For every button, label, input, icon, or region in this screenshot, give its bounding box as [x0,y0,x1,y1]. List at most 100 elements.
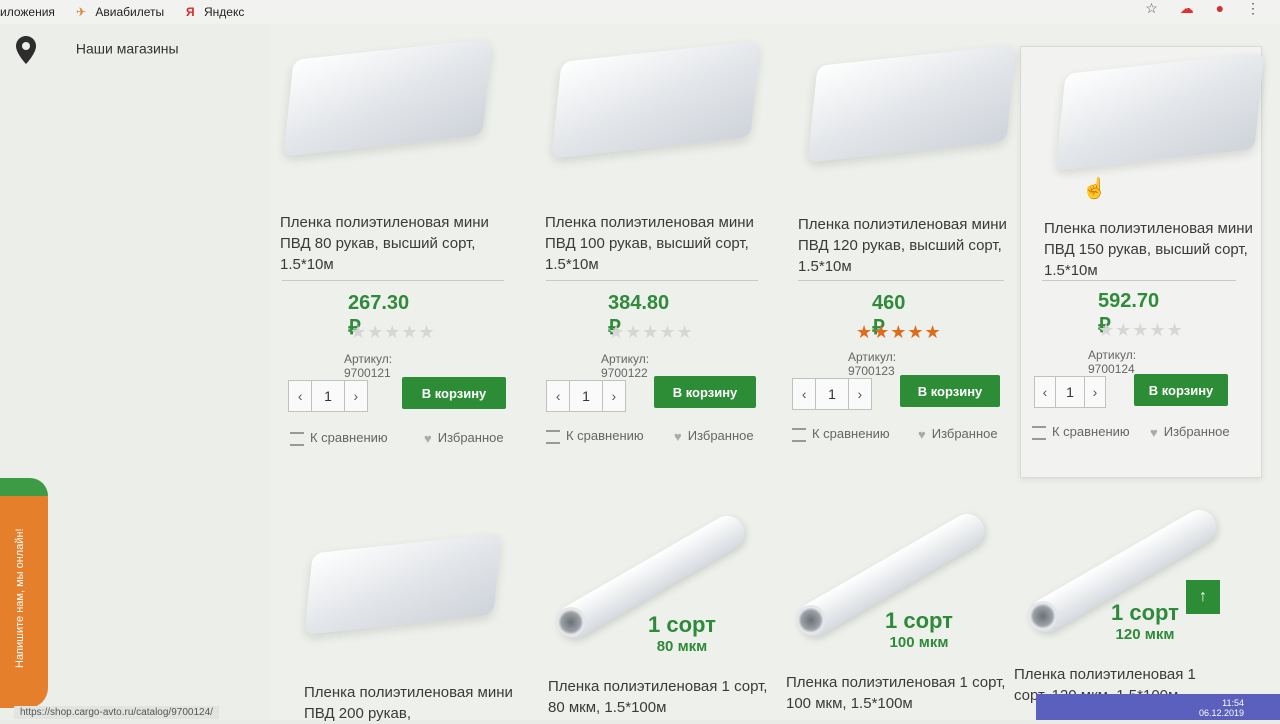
system-tray: 11:54 06.12.2019 [1199,698,1244,718]
quantity-input[interactable]: 1 [815,379,849,409]
rating-stars[interactable]: ★★★★★ [1098,320,1184,341]
menu-icon[interactable]: ⋮ [1246,0,1260,16]
compare-label: К сравнению [1052,424,1130,439]
increase-button[interactable]: › [1085,377,1105,407]
product-image[interactable] [283,38,493,157]
product-title[interactable]: Пленка полиэтиленовая 1 сорт, 80 мкм, 1.… [548,676,778,718]
divider [282,280,504,281]
increase-button[interactable]: › [603,381,625,411]
bookmark-label: Яндекс [203,5,245,19]
status-bar-url: https://shop.cargo-avto.ru/catalog/97001… [14,706,219,719]
compare-label: К сравнению [812,426,890,441]
badge-thickness: 80 мкм [656,638,708,655]
clock-date[interactable]: 06.12.2019 [1199,708,1244,718]
increase-button[interactable]: › [345,381,367,411]
product-sku: Артикул: 9700123 [848,350,897,378]
product-badge: 1 сорт 100 мкм [876,608,962,651]
add-to-cart-button[interactable]: В корзину [654,376,756,408]
compare-link[interactable]: К сравнению [290,430,388,446]
quantity-stepper: ‹ 1 › [792,378,872,410]
divider [546,280,758,281]
product-badge: 1 сорт 120 мкм [1102,600,1188,643]
badge-thickness: 120 мкм [1115,626,1175,643]
rating-stars[interactable]: ★★★★★ [856,322,942,343]
scroll-top-button[interactable]: ↑ [1186,580,1220,614]
rating-stars[interactable]: ★★★★★ [350,322,436,343]
product-badge: 1 сорт 80 мкм [640,612,724,655]
cloud-icon[interactable]: ☁ [1180,0,1194,16]
compare-link[interactable]: К сравнению [546,428,644,444]
favorite-link[interactable]: ♥ Избранное [424,430,504,446]
badge-grade: 1 сорт [648,612,716,637]
chat-widget-header [0,478,48,496]
add-to-cart-button[interactable]: В корзину [402,377,506,409]
compare-link[interactable]: К сравнению [1032,424,1130,440]
compare-icon [546,429,560,444]
plane-icon: ✈ [76,5,87,19]
bookmark-label: Авиабилеты [95,5,165,19]
product-title[interactable]: Пленка полиэтиленовая 1 сорт, 100 мкм, 1… [786,672,1016,714]
product-title[interactable]: Пленка полиэтиленовая мини ПВД 80 рукав,… [280,212,510,275]
badge-grade: 1 сорт [885,608,953,633]
bookmark-aviabilety[interactable]: ✈ Авиабилеты [76,5,164,19]
favorite-label: Избранное [437,430,504,445]
compare-link[interactable]: К сравнению [792,426,890,442]
chat-widget[interactable]: Напишите нам, мы онлайн! [0,478,48,708]
compare-icon [290,431,304,446]
favorite-label: Избранное [931,426,998,441]
rating-stars[interactable]: ★★★★★ [608,322,694,343]
quantity-stepper: ‹ 1 › [1034,376,1106,408]
favorite-link[interactable]: ♥ Избранное [674,428,754,444]
add-to-cart-button[interactable]: В корзину [1134,374,1228,406]
product-image[interactable] [551,40,761,159]
yandex-icon: Я [186,5,195,19]
chat-widget-label: Напишите нам, мы онлайн! [14,528,26,668]
quantity-stepper: ‹ 1 › [288,380,368,412]
product-title[interactable]: Пленка полиэтиленовая мини ПВД 150 рукав… [1044,218,1254,281]
star-icon[interactable]: ☆ [1145,0,1158,16]
hand-cursor-icon: ☝ [1082,178,1107,200]
decrease-button[interactable]: ‹ [793,379,815,409]
increase-button[interactable]: › [849,379,871,409]
favorite-link[interactable]: ♥ Избранное [918,426,998,442]
heart-icon: ♥ [424,431,432,447]
quantity-input[interactable]: 1 [311,381,345,411]
bookmark-yandex[interactable]: Я Яндекс [186,5,244,19]
compare-icon [1032,425,1046,440]
compare-icon [792,427,806,442]
add-to-cart-button[interactable]: В корзину [900,375,1000,407]
stores-label: Наши магазины [75,40,179,57]
favorite-label: Избранное [687,428,754,443]
quantity-input[interactable]: 1 [1055,377,1085,407]
decrease-button[interactable]: ‹ [1035,377,1055,407]
favorite-link[interactable]: ♥ Избранное [1150,424,1230,440]
stores-link[interactable]: Наши магазины [16,36,179,64]
browser-toolbar-icons: ☆ ☁ ● ⋮ [1127,0,1260,17]
product-title[interactable]: Пленка полиэтиленовая мини ПВД 120 рукав… [798,214,1028,277]
decrease-button[interactable]: ‹ [547,381,569,411]
product-sku: Артикул: 9700121 [344,352,393,380]
product-image[interactable] [807,44,1017,163]
decrease-button[interactable]: ‹ [289,381,311,411]
clock-time[interactable]: 11:54 [1199,698,1244,708]
os-taskbar: 11:54 06.12.2019 [1036,694,1280,720]
heart-icon: ♥ [918,427,926,443]
badge-grade: 1 сорт [1111,600,1179,625]
bookmark-label: иложения [0,5,55,19]
bookmark-apps[interactable]: иложения [0,5,55,19]
badge-thickness: 100 мкм [889,634,949,651]
favorite-label: Избранное [1163,424,1230,439]
extension-icon[interactable]: ● [1216,0,1224,16]
arrow-up-icon: ↑ [1199,588,1207,605]
product-image[interactable] [304,533,502,635]
product-title[interactable]: Пленка полиэтиленовая мини ПВД 200 рукав… [304,682,534,724]
compare-label: К сравнению [566,428,644,443]
bookmarks-bar: иложения ✈ Авиабилеты Я Яндекс ☆ ☁ ● ⋮ [0,0,1280,25]
product-sku: Артикул: 9700124 [1088,348,1137,376]
product-title[interactable]: Пленка полиэтиленовая мини ПВД 100 рукав… [545,212,775,275]
quantity-input[interactable]: 1 [569,381,603,411]
heart-icon: ♥ [674,429,682,445]
map-pin-icon [16,36,36,64]
shop-page: Наши магазины Пленка полиэтиленовая мини… [0,24,1280,722]
product-sku: Артикул: 9700122 [601,352,650,380]
